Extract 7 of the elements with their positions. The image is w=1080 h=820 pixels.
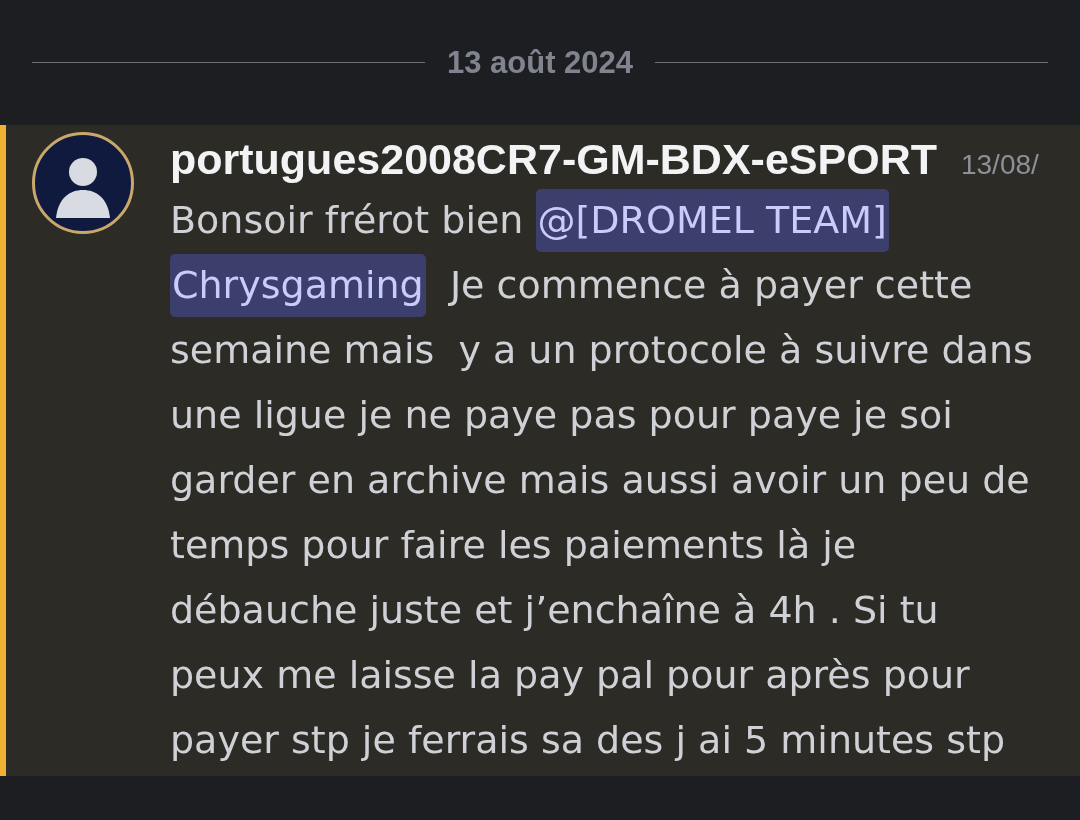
message-text: Bonsoir frérot bien @[DROMEL TEAM] Chrysgaming Je commence à payer cette semaine mais y a un protocole à suivre dans une ligue je ne paye pas pour paye je soi garder en archive mais aussi avoir un peu de temps pour faire les paiements là je débauche juste et j’enchaîne à 4h . Si tu peux me laisse la pay pal pour après pour payer stp je ferrais sa des j ai 5 minutes stp	[170, 188, 1039, 773]
user-mention[interactable]: Chrysgaming	[170, 254, 426, 317]
author-name[interactable]: portugues2008CR7-GM-BDX-eSPORT	[170, 127, 937, 191]
person-avatar-icon[interactable]	[32, 132, 134, 234]
date-divider-label: 13 août 2024	[446, 44, 634, 81]
message-timestamp: 13/08/	[960, 149, 1039, 181]
user-mention[interactable]: @[DROMEL TEAM]	[535, 189, 889, 252]
